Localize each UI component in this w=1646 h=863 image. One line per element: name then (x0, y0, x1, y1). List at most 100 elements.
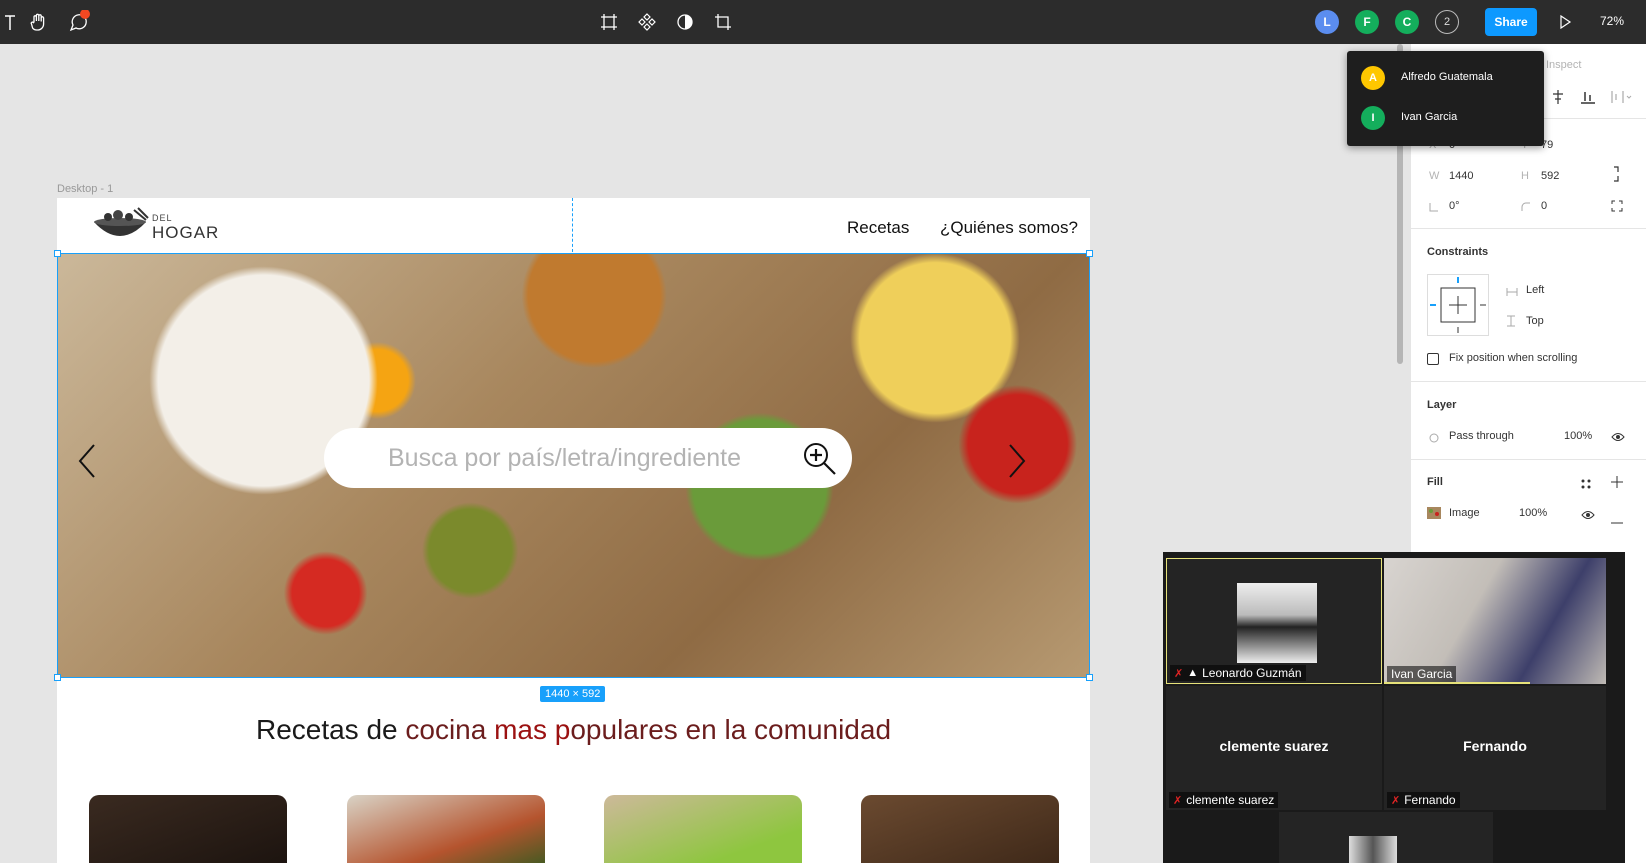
more-collaborators-button[interactable]: 2 (1435, 10, 1459, 34)
height-input[interactable]: 592 (1541, 170, 1559, 182)
section-title: Recetas de cocina mas populares en la co… (57, 714, 1090, 746)
crop-icon[interactable] (711, 10, 735, 34)
active-speaker-bar (1384, 682, 1530, 684)
salad-bowl-logo-icon (94, 207, 149, 236)
radius-input[interactable]: 0 (1541, 200, 1547, 212)
align-horizontal-center-icon[interactable] (1551, 90, 1565, 109)
eye-icon[interactable] (1611, 429, 1625, 447)
horizontal-constraint-select[interactable]: Left (1526, 284, 1544, 296)
add-fill-icon[interactable] (1611, 475, 1623, 493)
divider (1411, 459, 1646, 460)
design-frame[interactable]: DEL HOGAR Recetas ¿Quiénes somos? Busca … (54, 198, 1093, 863)
pin-icon: ▲ (1187, 667, 1199, 679)
collaborator-avatar[interactable]: F (1355, 10, 1379, 34)
search-placeholder[interactable]: Busca por país/letra/ingrediente (388, 444, 741, 473)
image-thumbnail-icon[interactable] (1427, 506, 1441, 524)
width-input[interactable]: 1440 (1449, 170, 1473, 182)
logo-small-text: DEL (152, 213, 173, 223)
participant-tile[interactable]: ✗ ▲ Leonardo Guzmán (1166, 558, 1382, 684)
mic-off-icon: ✗ (1391, 794, 1401, 807)
fill-type-label[interactable]: Image (1449, 507, 1480, 519)
participant-tile[interactable]: Ivan Garcia (1384, 558, 1606, 684)
collaborator-avatar: A (1361, 66, 1385, 90)
top-toolbar: L F C 2 Share 72% (0, 0, 1646, 44)
participant-tile[interactable] (1279, 812, 1493, 863)
hero-food-image[interactable]: Busca por país/letra/ingrediente (57, 253, 1090, 678)
fill-opacity-input[interactable]: 100% (1519, 507, 1547, 519)
present-play-icon[interactable] (1553, 10, 1577, 34)
mask-icon[interactable] (673, 10, 697, 34)
carousel-next-icon[interactable] (1007, 443, 1027, 484)
rotation-input[interactable]: 0° (1449, 200, 1460, 212)
layer-title: Layer (1427, 399, 1457, 411)
align-bottom-icon[interactable] (1581, 90, 1595, 109)
fill-title: Fill (1427, 476, 1443, 488)
recipe-card-image[interactable] (89, 795, 287, 863)
title-part: en la comunidad (685, 714, 892, 745)
component-icon[interactable] (635, 10, 659, 34)
remove-fill-icon[interactable] (1611, 511, 1623, 529)
fill-visibility-eye-icon[interactable] (1581, 507, 1595, 525)
carousel-prev-icon[interactable] (77, 443, 97, 484)
participant-video (1349, 836, 1397, 863)
participant-tile[interactable]: clemente suarez ✗ clemente suarez (1166, 686, 1382, 810)
zoom-level[interactable]: 72% (1600, 14, 1624, 28)
participant-name: clemente suarez (1186, 793, 1275, 807)
horizontal-constraint-icon (1506, 284, 1518, 302)
participant-tile[interactable]: Fernando ✗ Fernando (1384, 686, 1606, 810)
recipe-card-image[interactable] (347, 795, 545, 863)
vertical-constraint-select[interactable]: Top (1526, 315, 1544, 327)
participant-name: Leonardo Guzmán (1202, 666, 1302, 680)
collaborator-avatar[interactable]: L (1315, 10, 1339, 34)
layout-guide (572, 198, 573, 252)
recipe-card-image[interactable] (861, 795, 1059, 863)
fix-position-label: Fix position when scrolling (1449, 352, 1578, 364)
text-tool-icon[interactable] (0, 10, 24, 34)
hand-tool-icon[interactable] (27, 10, 51, 34)
frame-label[interactable]: Desktop - 1 (57, 183, 113, 195)
w-label: W (1429, 170, 1440, 182)
layer-opacity-input[interactable]: 100% (1564, 430, 1592, 442)
zoom-search-icon[interactable] (802, 441, 838, 482)
rotation-icon (1429, 199, 1439, 217)
title-part: cocina (405, 714, 495, 745)
constrain-proportions-icon[interactable] (1611, 166, 1621, 187)
participant-name-tag: ✗ ▲ Leonardo Guzmán (1170, 665, 1306, 681)
title-part: mas p (494, 714, 571, 745)
styles-grid-icon[interactable] (1581, 476, 1591, 494)
participant-name-tag: ✗ clemente suarez (1169, 792, 1279, 808)
participant-name-tag: Ivan Garcia (1387, 666, 1457, 682)
participant-name-tag: ✗ Fernando (1387, 792, 1460, 808)
logo-main-text: HOGAR (152, 223, 220, 242)
comment-tool-icon[interactable] (67, 10, 91, 34)
h-label: H (1521, 170, 1529, 182)
fix-position-checkbox[interactable] (1427, 352, 1439, 370)
video-call-window[interactable]: ✗ ▲ Leonardo Guzmán Ivan Garcia clemente… (1163, 552, 1625, 863)
blend-mode-select[interactable]: Pass through (1449, 430, 1514, 442)
participant-video (1237, 583, 1317, 663)
divider (1411, 381, 1646, 382)
search-bar[interactable]: Busca por país/letra/ingrediente (324, 428, 852, 488)
title-part: opulares (570, 714, 686, 745)
inspect-tab[interactable]: Inspect (1546, 59, 1581, 71)
distribute-icon[interactable] (1611, 90, 1633, 109)
constraints-widget[interactable] (1427, 274, 1489, 341)
nav-link-recetas[interactable]: Recetas (847, 218, 909, 238)
collaborator-avatar: I (1361, 106, 1385, 130)
divider (1411, 228, 1646, 229)
frame-selection-icon[interactable] (597, 10, 621, 34)
mic-off-icon: ✗ (1173, 794, 1183, 807)
blend-mode-icon (1429, 430, 1439, 448)
collaborators-menu: A Alfredo Guatemala I Ivan Garcia (1347, 51, 1544, 146)
collaborator-name: Ivan Garcia (1401, 111, 1458, 123)
recipe-card-image[interactable] (604, 795, 802, 863)
site-logo: DEL HOGAR (90, 206, 225, 246)
share-button[interactable]: Share (1485, 8, 1537, 36)
participant-display-name: clemente suarez (1219, 738, 1329, 754)
nav-link-quienes-somos[interactable]: ¿Quiénes somos? (940, 218, 1078, 238)
participant-name: Ivan Garcia (1391, 667, 1453, 681)
mic-off-icon: ✗ (1174, 667, 1184, 680)
dimension-badge: 1440 × 592 (540, 686, 606, 702)
collaborator-avatar[interactable]: C (1395, 10, 1419, 34)
independent-corners-icon[interactable] (1611, 199, 1623, 217)
